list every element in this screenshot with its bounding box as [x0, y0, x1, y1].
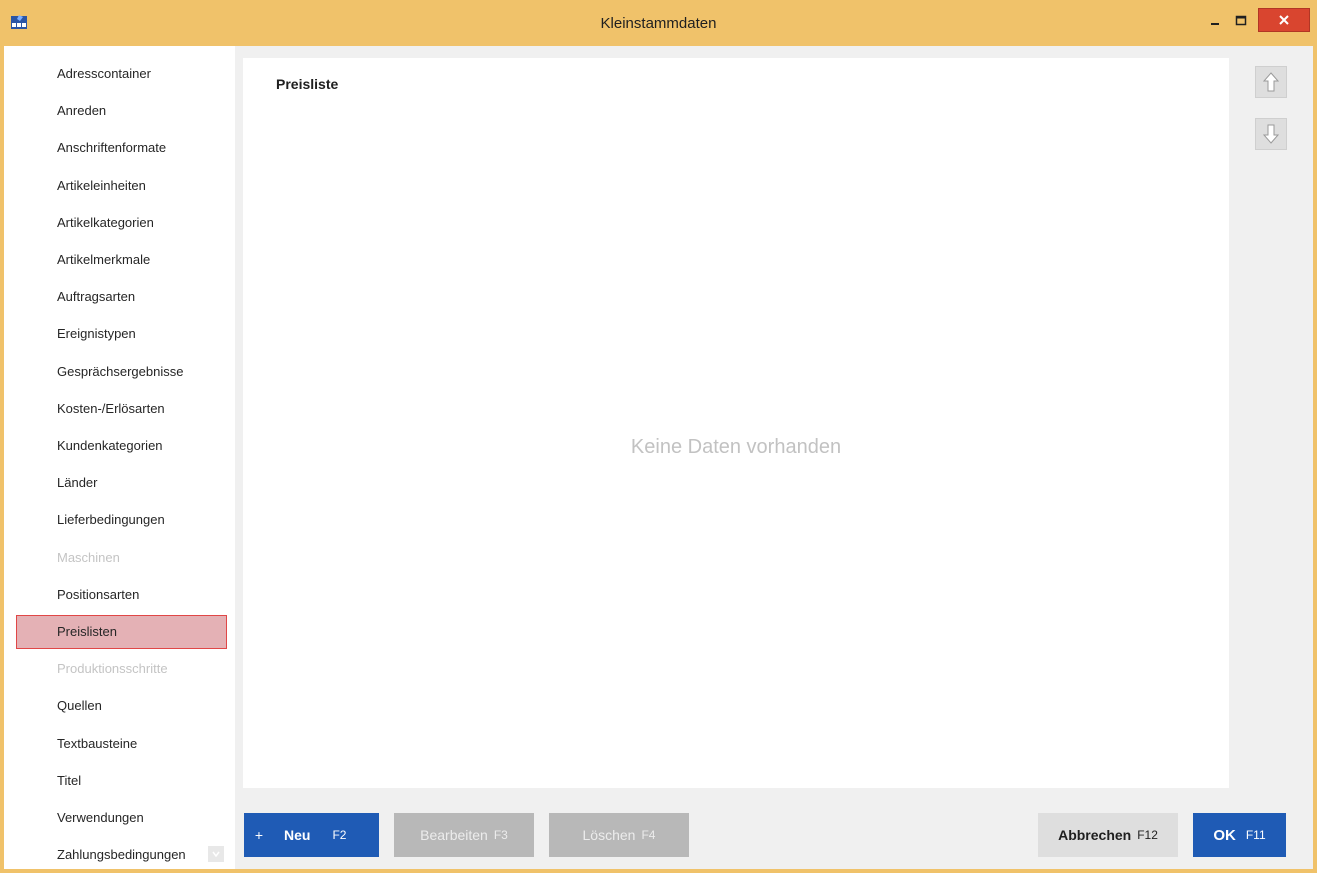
edit-button[interactable]: Bearbeiten F3: [394, 813, 534, 857]
plus-icon: +: [254, 827, 264, 843]
close-button[interactable]: [1258, 8, 1310, 32]
cancel-button-shortcut: F12: [1137, 828, 1158, 842]
maximize-icon: [1235, 15, 1247, 26]
ok-button[interactable]: OK F11: [1193, 813, 1286, 857]
ok-button-label: OK: [1213, 826, 1236, 844]
scroll-down-button[interactable]: [208, 846, 224, 862]
sidebar-item[interactable]: Artikelmerkmale: [16, 243, 227, 277]
cancel-button[interactable]: Abbrechen F12: [1038, 813, 1178, 857]
edit-button-shortcut: F3: [493, 828, 508, 842]
move-down-button[interactable]: [1255, 118, 1287, 150]
edit-button-label: Bearbeiten: [420, 827, 488, 843]
sidebar-item[interactable]: Adresscontainer: [16, 57, 227, 91]
app-window: Kleinstammdaten Adresscontainer Anreden An…: [0, 0, 1317, 873]
sidebar-item[interactable]: Artikelkategorien: [16, 206, 227, 240]
new-button-label: Neu: [284, 827, 311, 843]
sidebar-item[interactable]: Lieferbedingungen: [16, 503, 227, 537]
window-title: Kleinstammdaten: [600, 15, 717, 32]
panel-title: Preisliste: [276, 76, 339, 92]
chevron-down-icon: [212, 851, 220, 858]
sidebar-item[interactable]: Länder: [16, 466, 227, 500]
sidebar-item[interactable]: Quellen: [16, 689, 227, 723]
minimize-button[interactable]: [1202, 10, 1228, 32]
empty-message: Keine Daten vorhanden: [630, 436, 842, 458]
category-list: Adresscontainer Anreden Anschriftenformate…: [4, 46, 235, 869]
new-button[interactable]: + Neu F2: [244, 813, 379, 857]
new-button-shortcut: F2: [332, 828, 347, 842]
delete-button[interactable]: Löschen F4: [549, 813, 689, 857]
sidebar-item[interactable]: Textbausteine: [16, 727, 227, 761]
sidebar-item[interactable]: Preislisten: [16, 615, 227, 649]
client-area: Adresscontainer Anreden Anschriftenformate…: [4, 46, 1313, 869]
sidebar-item[interactable]: Auftragsarten: [16, 280, 227, 314]
arrow-down-icon: [1263, 124, 1279, 144]
sidebar-item[interactable]: Ereignistypen: [16, 317, 227, 351]
ok-button-shortcut: F11: [1245, 828, 1266, 842]
sidebar-item[interactable]: Titel: [16, 764, 227, 798]
delete-button-shortcut: F4: [641, 828, 656, 842]
cancel-button-label: Abbrechen: [1058, 827, 1132, 843]
preisliste-panel: Preisliste Keine Daten vorhanden: [243, 58, 1229, 788]
sidebar-item[interactable]: Anreden: [16, 94, 227, 128]
sidebar-item[interactable]: Positionsarten: [16, 578, 227, 612]
sidebar-item[interactable]: Kundenkategorien: [16, 429, 227, 463]
sidebar-item[interactable]: Anschriftenformate: [16, 131, 227, 165]
title-bar: Kleinstammdaten: [0, 0, 1317, 46]
move-up-button[interactable]: [1255, 66, 1287, 98]
sidebar-item[interactable]: Verwendungen: [16, 801, 227, 835]
delete-button-label: Löschen: [582, 827, 636, 843]
sidebar-item[interactable]: Gesprächsergebnisse: [16, 355, 227, 389]
close-icon: [1279, 15, 1289, 25]
sidebar-item: Maschinen: [57, 549, 120, 565]
sidebar-item[interactable]: Kosten-/Erlösarten: [16, 392, 227, 426]
minimize-icon: [1211, 23, 1219, 25]
maximize-button[interactable]: [1228, 10, 1254, 32]
arrow-up-icon: [1263, 72, 1279, 92]
sidebar-item: Produktionsschritte: [57, 661, 168, 677]
sidebar-item[interactable]: Artikeleinheiten: [16, 169, 227, 203]
sidebar-item[interactable]: Zahlungsbedingungen: [16, 838, 227, 872]
